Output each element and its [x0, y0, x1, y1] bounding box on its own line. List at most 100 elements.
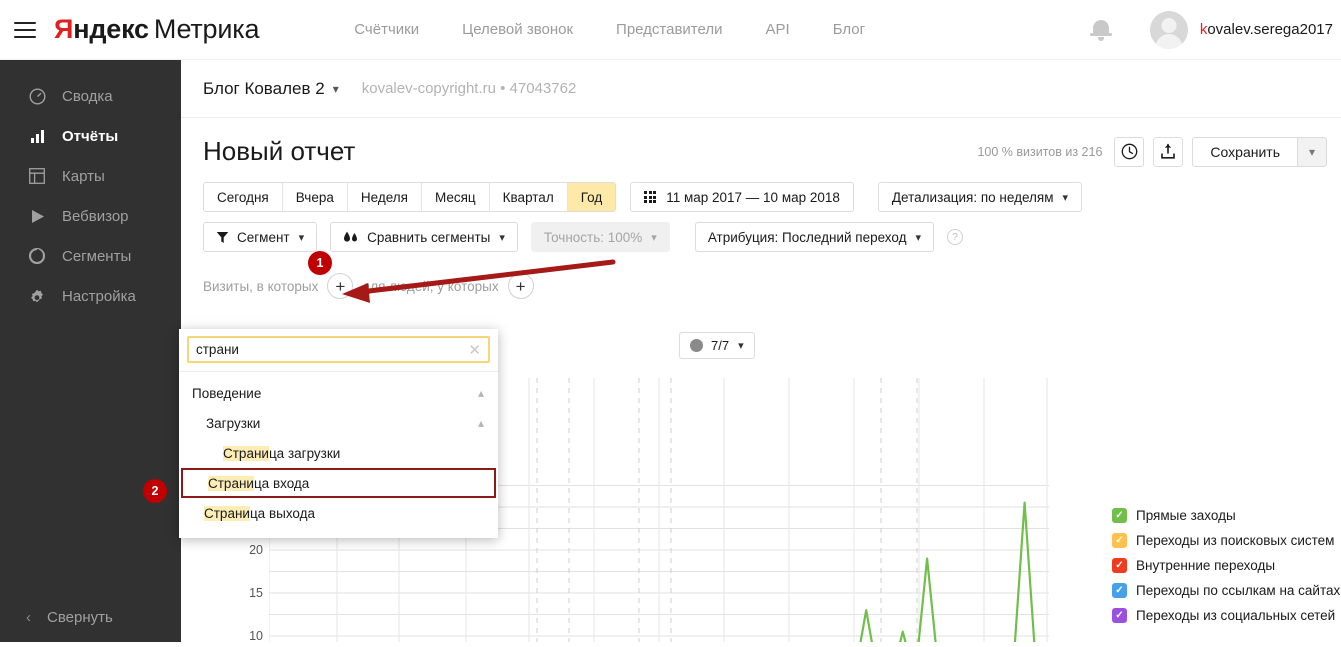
option-match-text: Страни [223, 445, 269, 461]
chevron-up-icon[interactable]: ▴ [478, 416, 484, 430]
play-icon [26, 209, 48, 224]
attribution-label: Атрибуция: Последний переход [707, 229, 907, 245]
legend-label-search: Переходы из поисковых систем [1136, 533, 1335, 548]
segment-button[interactable]: Сегмент ▾ [203, 222, 318, 252]
report-actions: 100 % визитов из 216 Сохранить ▾ [977, 136, 1327, 167]
legend-checkbox-social[interactable] [1112, 608, 1127, 623]
dropdown-group-downloads[interactable]: Загрузки ▴ [179, 408, 498, 438]
legend-label-social: Переходы из социальных сетей [1136, 608, 1336, 623]
question-icon[interactable]: ? [947, 229, 964, 245]
y-tick-15: 15 [249, 586, 263, 600]
legend-item-internal[interactable]: Внутренние переходы [1112, 553, 1341, 578]
dropdown-option-download-page[interactable]: Страни ца загрузки [179, 438, 498, 468]
nav-item-blog[interactable]: Блог [833, 21, 865, 38]
nav-item-target-call[interactable]: Целевой звонок [462, 21, 573, 38]
dropdown-group-behavior-label: Поведение [192, 385, 262, 401]
legend-item-search[interactable]: Переходы из поисковых систем [1112, 528, 1341, 553]
period-month[interactable]: Месяц [421, 183, 490, 211]
logo-ndex: ндекс [73, 14, 149, 44]
detail-level-button[interactable]: Детализация: по неделям ▾ [877, 182, 1083, 212]
sidebar-collapse-button[interactable]: ‹ Свернуть [0, 600, 181, 634]
period-quarter[interactable]: Квартал [489, 183, 568, 211]
dropdown-group-behavior[interactable]: Поведение ▴ [179, 378, 498, 408]
counter-selector[interactable]: Блог Ковалев 2 ▾ [203, 79, 339, 99]
save-dropdown-caret[interactable]: ▾ [1297, 136, 1327, 167]
chevron-down-icon: ▾ [298, 231, 305, 244]
legend-checkbox-direct[interactable] [1112, 508, 1127, 523]
metric-selector[interactable]: 7/7 ▾ [679, 332, 755, 359]
filters-toolbar: Сегмент ▾ Сравнить сегменты ▾ Точность: … [181, 222, 1341, 252]
legend-item-social[interactable]: Переходы из социальных сетей [1112, 603, 1341, 628]
sidebar-item-karty[interactable]: Карты [0, 156, 181, 196]
visits-condition-label: Визиты, в которых [203, 278, 319, 294]
sidebar: Сводка Отчёты Карты Вебвизор Сегменты На… [0, 60, 181, 642]
segment-label: Сегмент [237, 229, 290, 245]
nav-item-counters[interactable]: Счётчики [354, 21, 419, 38]
header-right-cluster: kovalev.serega2017 [1089, 10, 1341, 49]
period-year[interactable]: Год [567, 183, 616, 211]
period-week[interactable]: Неделя [347, 183, 422, 211]
pie-icon [26, 248, 48, 264]
legend-label-direct: Прямые заходы [1136, 508, 1236, 523]
sidebar-item-webvisor[interactable]: Вебвизор [0, 196, 181, 236]
dropdown-search-field[interactable]: ✕ [187, 336, 490, 363]
dropdown-option-entrance-page[interactable]: Страни ца входа [181, 468, 496, 498]
sidebar-item-nastroika[interactable]: Настройка [0, 276, 181, 316]
logo-ya-letter: Я [54, 14, 74, 44]
avatar[interactable] [1149, 10, 1188, 49]
legend-item-direct[interactable]: Прямые заходы [1112, 503, 1341, 528]
export-icon[interactable] [1153, 136, 1184, 167]
option-match-text: Страни [204, 505, 250, 521]
save-button-group: Сохранить ▾ [1192, 136, 1327, 167]
legend-checkbox-search[interactable] [1112, 533, 1127, 548]
chevron-down-icon: ▾ [1062, 191, 1069, 204]
option-rest-text: ца входа [253, 475, 310, 491]
sidebar-label-otchety: Отчёты [62, 127, 119, 145]
accuracy-label: Точность: 100% [543, 229, 643, 245]
sidebar-item-svodka[interactable]: Сводка [0, 76, 181, 116]
legend-label-links: Переходы по ссылкам на сайтах [1136, 583, 1341, 598]
legend-checkbox-internal[interactable] [1112, 558, 1127, 573]
chevron-down-icon: ▾ [332, 81, 339, 96]
bell-icon[interactable] [1089, 18, 1112, 42]
metric-dot-icon [690, 339, 703, 352]
annotation-badge-1: 1 [308, 251, 332, 275]
attribution-button[interactable]: Атрибуция: Последний переход ▾ [694, 222, 935, 252]
nav-item-api[interactable]: API [766, 21, 790, 38]
add-visit-condition-button[interactable]: + [327, 273, 354, 299]
chevron-left-icon: ‹ [26, 608, 31, 626]
sidebar-label-webvisor: Вебвизор [62, 207, 129, 225]
nav-item-representatives[interactable]: Представители [616, 21, 722, 38]
compare-segments-button[interactable]: Сравнить сегменты ▾ [330, 222, 518, 252]
sidebar-item-segmenty[interactable]: Сегменты [0, 236, 181, 276]
sidebar-item-otchety[interactable]: Отчёты [0, 116, 181, 156]
username-label[interactable]: kovalev.serega2017 [1200, 21, 1333, 38]
chevron-down-icon: ▾ [651, 231, 657, 244]
chevron-up-icon[interactable]: ▴ [478, 386, 484, 400]
legend-label-internal: Внутренние переходы [1136, 558, 1276, 573]
clock-icon[interactable] [1114, 136, 1145, 167]
legend-item-links[interactable]: Переходы по ссылкам на сайтах [1112, 578, 1341, 603]
period-today[interactable]: Сегодня [204, 183, 283, 211]
report-title-row: Новый отчет 100 % визитов из 216 Сохрани… [181, 118, 1341, 167]
burger-icon[interactable] [14, 21, 36, 38]
chevron-down-icon: ▾ [499, 231, 505, 244]
funnel-icon [216, 231, 229, 244]
people-condition-label: для людей, у которых [362, 278, 499, 294]
gear-icon [26, 288, 48, 304]
logo-metrika: Метрика [153, 14, 260, 44]
close-icon[interactable]: ✕ [462, 341, 481, 359]
search-input[interactable] [196, 342, 463, 357]
accuracy-button[interactable]: Точность: 100% ▾ [530, 222, 670, 252]
add-people-condition-button[interactable]: + [507, 273, 534, 299]
gauge-icon [26, 87, 48, 105]
legend-checkbox-links[interactable] [1112, 583, 1127, 598]
period-yesterday[interactable]: Вчера [282, 183, 348, 211]
top-header: Яндекс Метрика Счётчики Целевой звонок Пр… [0, 0, 1341, 60]
option-rest-text: ца выхода [249, 505, 316, 521]
conditions-row: Визиты, в которых + для людей, у которых… [181, 273, 1341, 299]
dropdown-option-exit-page[interactable]: Страни ца выхода [179, 498, 498, 528]
date-range-button[interactable]: 11 мар 2017 — 10 мар 2018 [630, 182, 854, 212]
save-button[interactable]: Сохранить [1192, 136, 1297, 167]
yandex-metrika-logo[interactable]: Яндекс Метрика [54, 14, 259, 45]
